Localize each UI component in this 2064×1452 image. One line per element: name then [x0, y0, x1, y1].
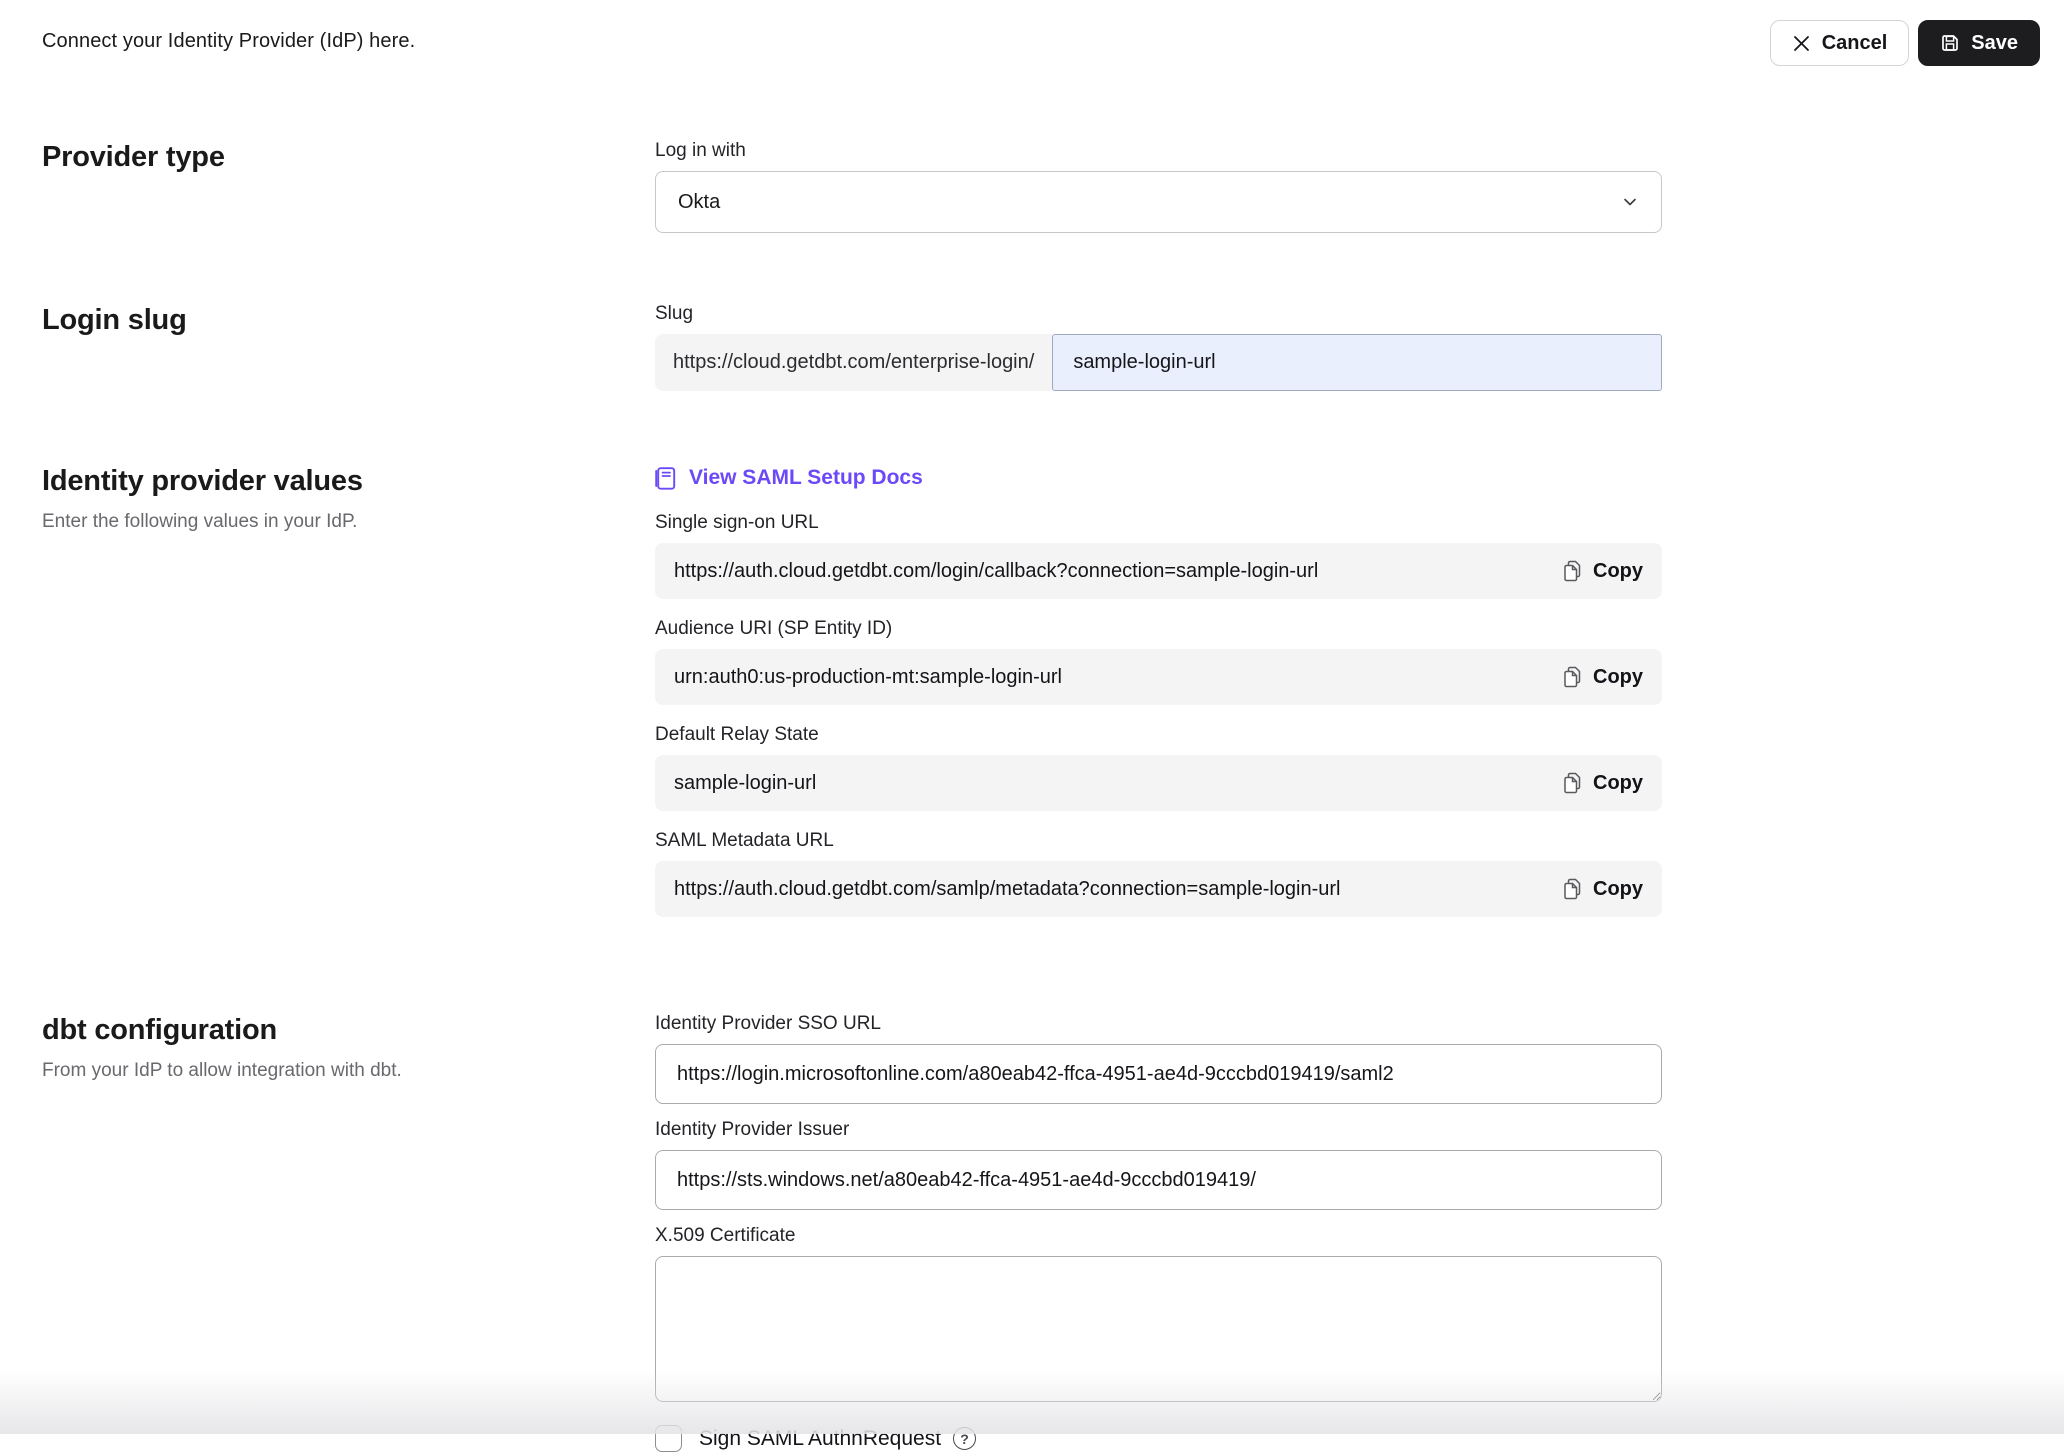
save-button[interactable]: Save: [1918, 20, 2040, 66]
login-slug-heading: Login slug: [42, 303, 625, 337]
idp-values-subheading: Enter the following values in your IdP.: [42, 510, 625, 534]
copy-field-value: https://auth.cloud.getdbt.com/login/call…: [674, 560, 1318, 583]
issuer-input[interactable]: [655, 1150, 1662, 1210]
copy-field-relay-state: Default Relay State sample-login-url Cop…: [655, 724, 1662, 811]
copy-field-sso-url: Single sign-on URL https://auth.cloud.ge…: [655, 512, 1662, 599]
save-icon: [1940, 33, 1960, 53]
copy-field-value: urn:auth0:us-production-mt:sample-login-…: [674, 666, 1062, 689]
section-login-slug: Login slug Slug https://cloud.getdbt.com…: [0, 303, 2064, 391]
provider-select[interactable]: Okta: [655, 171, 1662, 233]
save-button-label: Save: [1971, 32, 2018, 55]
certificate-label: X.509 Certificate: [655, 1225, 1662, 1247]
certificate-field: X.509 Certificate: [655, 1225, 1662, 1407]
copy-field-audience-uri: Audience URI (SP Entity ID) urn:auth0:us…: [655, 618, 1662, 705]
slug-url-prefix: https://cloud.getdbt.com/enterprise-logi…: [655, 334, 1052, 391]
copy-button-label: Copy: [1593, 878, 1643, 901]
issuer-field: Identity Provider Issuer: [655, 1119, 1662, 1210]
copy-button-label: Copy: [1593, 666, 1643, 689]
copy-button-label: Copy: [1593, 772, 1643, 795]
copy-button-label: Copy: [1593, 560, 1643, 583]
sign-authn-checkbox[interactable]: [655, 1425, 682, 1452]
copy-icon: [1564, 666, 1583, 688]
copy-button[interactable]: Copy: [1564, 878, 1643, 901]
copy-button[interactable]: Copy: [1564, 666, 1643, 689]
copy-field-label: SAML Metadata URL: [655, 830, 1662, 852]
close-icon: [1792, 34, 1811, 53]
page-description: Connect your Identity Provider (IdP) her…: [42, 20, 415, 53]
sign-authn-row: Sign SAML AuthnRequest ?: [655, 1425, 1662, 1452]
sso-url-field: Identity Provider SSO URL: [655, 1013, 1662, 1104]
sign-authn-label: Sign SAML AuthnRequest: [699, 1427, 941, 1451]
copy-field-label: Single sign-on URL: [655, 512, 1662, 534]
section-idp-values: Identity provider values Enter the follo…: [0, 464, 2064, 936]
copy-field-label: Default Relay State: [655, 724, 1662, 746]
login-with-label: Log in with: [655, 140, 1662, 162]
copy-icon: [1564, 772, 1583, 794]
journal-icon: [655, 467, 676, 490]
copy-field-box: sample-login-url Copy: [655, 755, 1662, 811]
dbt-config-heading: dbt configuration: [42, 1013, 625, 1047]
copy-field-box: urn:auth0:us-production-mt:sample-login-…: [655, 649, 1662, 705]
chevron-down-icon: [1621, 193, 1639, 211]
slug-label: Slug: [655, 303, 1662, 325]
saml-docs-link-label: View SAML Setup Docs: [689, 466, 923, 490]
sso-url-label: Identity Provider SSO URL: [655, 1013, 1662, 1035]
certificate-textarea[interactable]: [655, 1256, 1662, 1402]
copy-icon: [1564, 560, 1583, 582]
slug-field-group: https://cloud.getdbt.com/enterprise-logi…: [655, 334, 1662, 391]
copy-field-box: https://auth.cloud.getdbt.com/login/call…: [655, 543, 1662, 599]
copy-field-box: https://auth.cloud.getdbt.com/samlp/meta…: [655, 861, 1662, 917]
copy-field-label: Audience URI (SP Entity ID): [655, 618, 1662, 640]
page-header: Connect your Identity Provider (IdP) her…: [0, 0, 2064, 68]
copy-field-value: sample-login-url: [674, 772, 816, 795]
copy-icon: [1564, 878, 1583, 900]
idp-values-heading: Identity provider values: [42, 464, 625, 498]
provider-select-value: Okta: [678, 191, 720, 214]
copy-field-value: https://auth.cloud.getdbt.com/samlp/meta…: [674, 878, 1341, 901]
saml-docs-link[interactable]: View SAML Setup Docs: [655, 466, 923, 490]
slug-input[interactable]: [1052, 334, 1662, 391]
provider-type-heading: Provider type: [42, 140, 625, 174]
issuer-label: Identity Provider Issuer: [655, 1119, 1662, 1141]
help-icon[interactable]: ?: [953, 1427, 976, 1450]
dbt-config-subheading: From your IdP to allow integration with …: [42, 1059, 625, 1083]
copy-button[interactable]: Copy: [1564, 772, 1643, 795]
header-actions: Cancel Save: [1770, 20, 2040, 66]
copy-field-metadata-url: SAML Metadata URL https://auth.cloud.get…: [655, 830, 1662, 917]
section-provider-type: Provider type Log in with Okta: [0, 140, 2064, 233]
sso-url-input[interactable]: [655, 1044, 1662, 1104]
copy-button[interactable]: Copy: [1564, 560, 1643, 583]
cancel-button-label: Cancel: [1822, 32, 1888, 55]
section-dbt-configuration: dbt configuration From your IdP to allow…: [0, 1013, 2064, 1452]
cancel-button[interactable]: Cancel: [1770, 20, 1910, 66]
